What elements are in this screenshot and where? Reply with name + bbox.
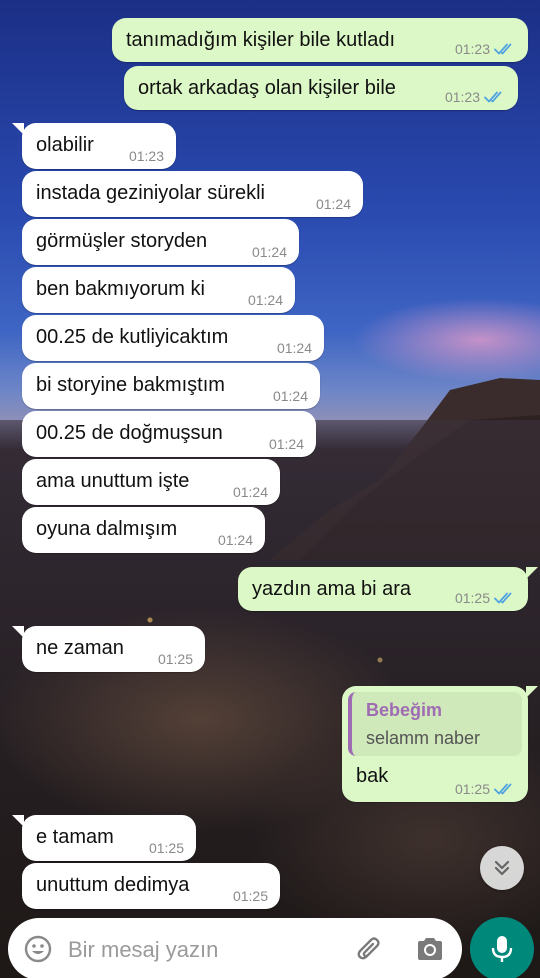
message-time: 01:23 xyxy=(444,89,480,105)
message-text: e tamam xyxy=(36,826,114,848)
incoming-message[interactable]: e tamam 01:25 xyxy=(12,815,196,861)
message-time: 01:24 xyxy=(247,292,283,308)
double-check-icon xyxy=(494,43,512,55)
microphone-icon xyxy=(491,936,513,962)
incoming-message[interactable]: 00.25 de kutliyicaktım 01:24 xyxy=(22,315,324,361)
message-text: unuttum dedimya xyxy=(36,874,190,896)
incoming-message[interactable]: 00.25 de doğmuşsun 01:24 xyxy=(22,411,316,457)
message-text: ama unuttum işte xyxy=(36,470,190,492)
message-time: 01:24 xyxy=(232,484,268,500)
message-time: 01:25 xyxy=(148,840,184,856)
double-chevron-down-icon xyxy=(494,860,510,876)
incoming-message[interactable]: görmüşler storyden 01:24 xyxy=(22,219,299,265)
message-meta: 01:24 xyxy=(248,292,283,308)
incoming-message[interactable]: ne zaman 01:25 xyxy=(12,626,205,672)
message-time: 01:24 xyxy=(251,244,287,260)
message-time: 01:24 xyxy=(268,436,304,452)
outgoing-message[interactable]: tanımadığım kişiler bile kutladı 01:23 xyxy=(112,18,528,62)
message-meta: 01:25 xyxy=(158,651,193,667)
message-meta: 01:24 xyxy=(269,436,304,452)
message-time: 01:24 xyxy=(272,388,308,404)
message-meta: 01:24 xyxy=(316,196,351,212)
message-text: 00.25 de doğmuşsun xyxy=(36,422,223,444)
message-meta: 01:24 xyxy=(277,340,312,356)
incoming-message[interactable]: unuttum dedimya 01:25 xyxy=(22,863,280,909)
message-time: 01:25 xyxy=(454,781,490,797)
outgoing-message[interactable]: Bebeğim selamm naber bak 01:25 xyxy=(342,686,538,802)
message-text: görmüşler storyden xyxy=(36,230,208,252)
message-time: 01:24 xyxy=(217,532,253,548)
voice-record-button[interactable] xyxy=(470,917,534,978)
quoted-author: Bebeğim xyxy=(366,700,443,720)
message-meta: 01:25 xyxy=(455,781,516,797)
emoji-button[interactable] xyxy=(22,933,54,965)
message-text: ben bakmıyorum ki xyxy=(36,278,205,300)
message-meta: 01:23 xyxy=(455,41,516,57)
chat-screen: tanımadığım kişiler bile kutladı 01:23 ort… xyxy=(0,0,540,978)
message-meta: 01:24 xyxy=(273,388,308,404)
message-text: ne zaman xyxy=(36,637,124,659)
message-text: instada geziniyolar sürekli xyxy=(36,182,266,204)
message-meta: 01:24 xyxy=(233,484,268,500)
message-meta: 01:23 xyxy=(445,89,506,105)
message-text: yazdın ama bi ara xyxy=(252,578,411,600)
message-meta: 01:24 xyxy=(252,244,287,260)
scroll-to-bottom-button[interactable] xyxy=(480,846,524,890)
camera-button[interactable] xyxy=(412,932,448,966)
double-check-icon xyxy=(484,91,502,103)
message-meta: 01:23 xyxy=(129,148,164,164)
incoming-message[interactable]: bi storyine bakmıştım 01:24 xyxy=(22,363,320,409)
message-text: olabilir xyxy=(36,134,94,156)
message-text: oyuna dalmışım xyxy=(36,518,178,540)
message-text: bak xyxy=(356,765,389,787)
message-meta: 01:25 xyxy=(455,590,516,606)
incoming-message[interactable]: ama unuttum işte 01:24 xyxy=(22,459,280,505)
message-input[interactable] xyxy=(66,930,340,970)
message-text: tanımadığım kişiler bile kutladı xyxy=(126,29,396,51)
message-composer xyxy=(8,918,462,978)
camera-icon xyxy=(418,938,442,960)
message-text: bi storyine bakmıştım xyxy=(36,374,225,396)
quoted-text: selamm naber xyxy=(366,728,481,748)
message-text: ortak arkadaş olan kişiler bile xyxy=(138,77,396,99)
message-time: 01:23 xyxy=(128,148,164,164)
message-time: 01:24 xyxy=(315,196,351,212)
paperclip-icon xyxy=(357,937,380,960)
double-check-icon xyxy=(494,592,512,604)
message-time: 01:25 xyxy=(454,590,490,606)
outgoing-message[interactable]: yazdın ama bi ara 01:25 xyxy=(238,567,538,611)
incoming-message[interactable]: olabilir 01:23 xyxy=(12,123,176,169)
message-time: 01:23 xyxy=(454,41,490,57)
message-meta: 01:24 xyxy=(218,532,253,548)
message-time: 01:25 xyxy=(157,651,193,667)
double-check-icon xyxy=(494,783,512,795)
incoming-message[interactable]: ben bakmıyorum ki 01:24 xyxy=(22,267,295,313)
quoted-message[interactable]: Bebeğim selamm naber xyxy=(348,692,522,756)
message-meta: 01:25 xyxy=(149,840,184,856)
message-time: 01:25 xyxy=(232,888,268,904)
message-text: 00.25 de kutliyicaktım xyxy=(36,326,229,348)
incoming-message[interactable]: oyuna dalmışım 01:24 xyxy=(22,507,265,553)
attach-button[interactable] xyxy=(352,932,386,966)
outgoing-message[interactable]: ortak arkadaş olan kişiler bile 01:23 xyxy=(124,66,518,110)
message-meta: 01:25 xyxy=(233,888,268,904)
incoming-message[interactable]: instada geziniyolar sürekli 01:24 xyxy=(22,171,363,217)
emoji-icon xyxy=(24,935,52,963)
message-time: 01:24 xyxy=(276,340,312,356)
